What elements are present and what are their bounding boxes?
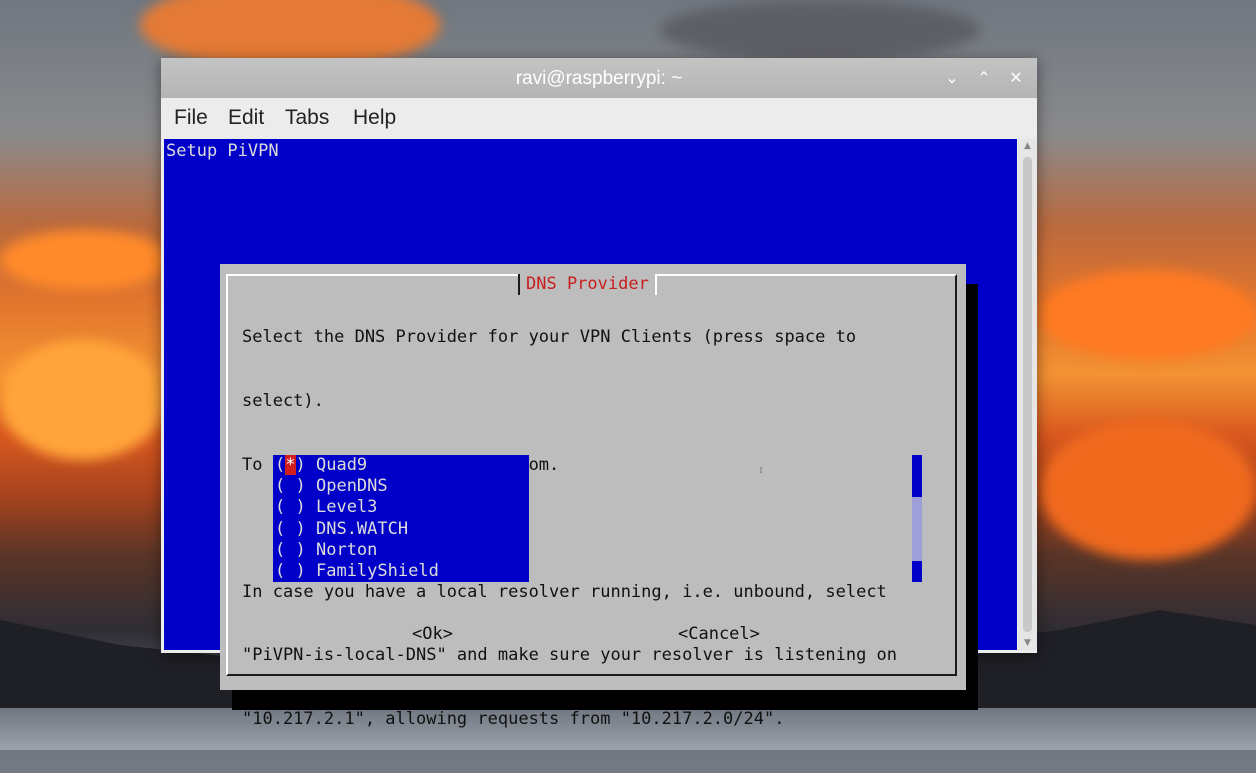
option-label: Level3 [315,497,378,518]
option-label: Quad9 [315,455,368,475]
menu-help[interactable]: Help [353,106,396,130]
terminal-scrollbar-thumb[interactable] [1023,157,1032,632]
dialog-line: Select the DNS Provider for your VPN Cli… [242,327,857,348]
chevron-down-icon: ⌄ [945,70,959,87]
radio-option-quad9[interactable]: (*) Quad9 [273,455,529,476]
chevron-up-icon: ⌃ [977,70,991,87]
cloud [1040,270,1256,360]
scroll-down-arrow-icon[interactable]: ▼ [1018,636,1037,650]
menubar: File Edit Tabs Help [161,98,1037,138]
dialog-line: select). [242,391,324,412]
radio-option-norton[interactable]: ( ) Norton [273,540,529,561]
list-scrollbar[interactable] [912,455,922,582]
radio-option-level3[interactable]: ( ) Level3 [273,497,529,518]
option-label: Norton [315,539,378,560]
option-label: OpenDNS [315,476,388,497]
option-label: FamilyShield [315,560,439,581]
terminal-scrollbar[interactable]: ▲ ▼ [1018,139,1037,650]
radio-mark [285,519,295,539]
cancel-button[interactable]: <Cancel> [678,624,760,644]
radio-option-opendns[interactable]: ( ) OpenDNS [273,476,529,497]
dialog-line: "PiVPN-is-local-DNS" and make sure your … [242,645,898,666]
radio-option-familyshield[interactable]: ( ) FamilyShield [273,561,529,582]
minimize-button[interactable]: ⌄ [940,66,964,90]
dns-provider-dialog: DNS Provider Select the DNS Provider for… [220,264,966,729]
cloud [0,340,165,460]
menu-file[interactable]: File [174,106,208,130]
dns-provider-list[interactable]: (*) Quad9 ( ) OpenDNS ( ) Level3 ( ) DNS… [273,455,529,582]
menu-edit[interactable]: Edit [228,106,264,130]
window-title: ravi@raspberrypi: ~ [515,68,683,89]
cloud [660,0,980,60]
terminal-heading: Setup PiVPN [166,141,279,161]
radio-mark [285,540,295,560]
cloud [1040,420,1256,560]
radio-mark [285,561,295,581]
close-button[interactable]: ✕ [1004,66,1028,90]
option-label: DNS.WATCH [315,518,409,539]
dialog-line: "10.217.2.1", allowing requests from "10… [242,709,785,730]
ok-button[interactable]: <Ok> [412,624,453,644]
radio-mark [285,497,295,517]
radio-mark: * [285,455,296,475]
cloud [0,230,170,290]
list-scrollbar-thumb[interactable] [912,497,922,561]
dialog-line: In case you have a local resolver runnin… [242,581,887,602]
text-cursor-icon [760,467,762,473]
close-icon: ✕ [1009,70,1023,87]
titlebar[interactable]: ravi@raspberrypi: ~ ⌄ ⌃ ✕ [161,58,1037,98]
maximize-button[interactable]: ⌃ [972,66,996,90]
scroll-up-arrow-icon[interactable]: ▲ [1018,139,1037,153]
terminal-window: ravi@raspberrypi: ~ ⌄ ⌃ ✕ File Edit Tabs… [161,58,1037,729]
menu-tabs[interactable]: Tabs [285,106,329,130]
radio-mark [285,476,295,496]
terminal-area[interactable]: Setup PiVPN DNS Provider Select the DNS … [164,139,1017,729]
radio-option-dnswatch[interactable]: ( ) DNS.WATCH [273,519,529,540]
